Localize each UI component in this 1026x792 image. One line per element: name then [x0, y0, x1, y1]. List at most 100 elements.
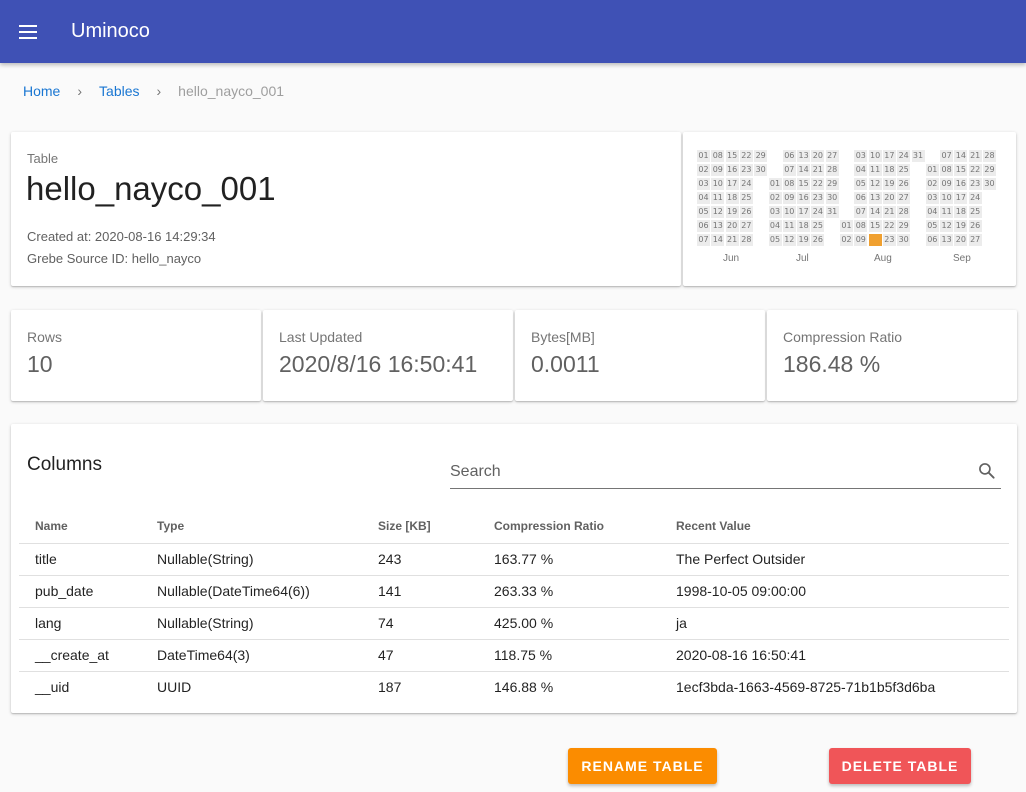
calendar-day: 12	[711, 206, 725, 218]
cell-name: title	[19, 543, 141, 576]
calendar-day: 27	[968, 234, 982, 246]
calendar-day: 23	[882, 234, 896, 246]
calendar-day: 21	[882, 206, 896, 218]
cell-type: Nullable(String)	[141, 543, 362, 576]
calendar-day: 11	[782, 220, 796, 232]
calendar-day-active: 16	[868, 234, 882, 246]
cell-name: lang	[19, 607, 141, 640]
calendar-day: 15	[797, 178, 811, 190]
calendar-day: 04	[697, 192, 710, 204]
breadcrumb-tables[interactable]: Tables	[99, 83, 139, 99]
calendar-day: 10	[940, 192, 954, 204]
calendar-day: 02	[768, 192, 782, 204]
search-input[interactable]	[450, 461, 970, 483]
calendar-day: 30	[754, 164, 768, 176]
calendar-month-label: Jun	[723, 253, 740, 264]
calendar-day: 26	[811, 234, 825, 246]
created-at: Created at: 2020-08-16 14:29:34	[27, 229, 216, 244]
calendar-day: 23	[739, 164, 753, 176]
calendar-day: 26	[968, 220, 982, 232]
calendar-day: 13	[711, 220, 725, 232]
calendar-day: 09	[854, 234, 868, 246]
cell-size: 141	[362, 575, 478, 608]
calendar-day: 17	[725, 178, 739, 190]
cell-name: pub_date	[19, 575, 141, 608]
calendar-day: 27	[897, 192, 911, 204]
cell-size: 187	[378, 679, 402, 696]
calendar-day: 25	[811, 220, 825, 232]
calendar-day: 09	[711, 164, 725, 176]
cell-type: UUID	[157, 679, 192, 696]
column-header: Name	[19, 510, 141, 544]
calendar-day: 30	[897, 234, 911, 246]
calendar-day: 12	[782, 234, 796, 246]
calendar-day: 03	[697, 178, 710, 190]
calendar-day: 28	[825, 164, 839, 176]
columns-table: Name Type Size [KB] Compression Ratio Re…	[19, 510, 1009, 703]
rename-table-button[interactable]: RENAME TABLE	[568, 748, 717, 784]
stat-last-updated: Last Updated 2020/8/16 16:50:41	[263, 310, 513, 401]
table-row: lang Nullable(String) 74 425.00 % ja	[19, 607, 1009, 640]
calendar-day: 10	[711, 178, 725, 190]
activity-calendar: 01 02 03 04 05 06 07 08 09 10 11 12 13 14 15 16 17 18 19 20…	[697, 150, 997, 250]
calendar-day: 30	[983, 178, 996, 190]
calendar-day: 06	[697, 220, 710, 232]
calendar-day: 14	[954, 150, 968, 162]
activity-calendar-card: 01 02 03 04 05 06 07 08 09 10 11 12 13 14 15 16 17 18 19 20…	[683, 132, 1016, 286]
calendar-day: 22	[968, 164, 982, 176]
stat-label: Compression Ratio	[783, 329, 903, 345]
calendar-day: 17	[797, 206, 811, 218]
calendar-day: 07	[940, 150, 954, 162]
calendar-day: 13	[797, 150, 811, 162]
calendar-day: 29	[754, 150, 768, 162]
calendar-day: 20	[811, 150, 825, 162]
calendar-day: 19	[882, 178, 896, 190]
column-header: Recent Value	[660, 510, 1009, 544]
column-header: Type	[141, 510, 362, 544]
cell-compression: 118.75 %	[478, 639, 660, 672]
cell-name: __uid	[35, 679, 70, 696]
calendar-day: 24	[968, 192, 982, 204]
calendar-day: 20	[954, 234, 968, 246]
cell-size: 243	[362, 543, 478, 576]
calendar-day: 24	[897, 150, 911, 162]
calendar-day: 02	[840, 234, 853, 246]
columns-card: Columns Name Type Size [KB] Compression …	[11, 424, 1017, 713]
calendar-day: 29	[897, 220, 911, 232]
calendar-day: 09	[940, 178, 954, 190]
menu-icon[interactable]	[16, 20, 40, 44]
calendar-day: 01	[925, 164, 939, 176]
calendar-day: 31	[825, 206, 839, 218]
calendar-day: 12	[940, 220, 954, 232]
calendar-day: 14	[868, 206, 882, 218]
calendar-day: 01	[768, 178, 782, 190]
calendar-day: 24	[811, 206, 825, 218]
calendar-day: 19	[954, 220, 968, 232]
search-field	[450, 457, 1001, 489]
calendar-day: 19	[725, 206, 739, 218]
calendar-day: 27	[825, 150, 839, 162]
cell-compression: 146.88 %	[494, 679, 554, 696]
cell-compression: 425.00 %	[478, 607, 660, 640]
table-name: hello_nayco_001	[26, 170, 276, 207]
breadcrumb: Home › Tables › hello_nayco_001	[23, 83, 284, 99]
column-header: Size [KB]	[362, 510, 478, 544]
calendar-day: 03	[768, 206, 782, 218]
stat-value: 0.0011	[531, 351, 600, 377]
calendar-day: 23	[811, 192, 825, 204]
cell-size: 74	[362, 607, 478, 640]
calendar-day: 21	[811, 164, 825, 176]
calendar-day: 20	[725, 220, 739, 232]
breadcrumb-home[interactable]: Home	[23, 83, 60, 99]
calendar-month-label: Aug	[874, 253, 892, 264]
cell-compression: 263.33 %	[478, 575, 660, 608]
search-icon[interactable]	[977, 461, 997, 481]
calendar-day: 06	[925, 234, 939, 246]
calendar-day: 05	[925, 220, 939, 232]
calendar-day: 13	[868, 192, 882, 204]
delete-table-button[interactable]: DELETE TABLE	[829, 748, 971, 784]
calendar-day: 30	[825, 192, 839, 204]
columns-title: Columns	[27, 454, 102, 475]
calendar-day: 01	[697, 150, 710, 162]
calendar-day: 10	[782, 206, 796, 218]
